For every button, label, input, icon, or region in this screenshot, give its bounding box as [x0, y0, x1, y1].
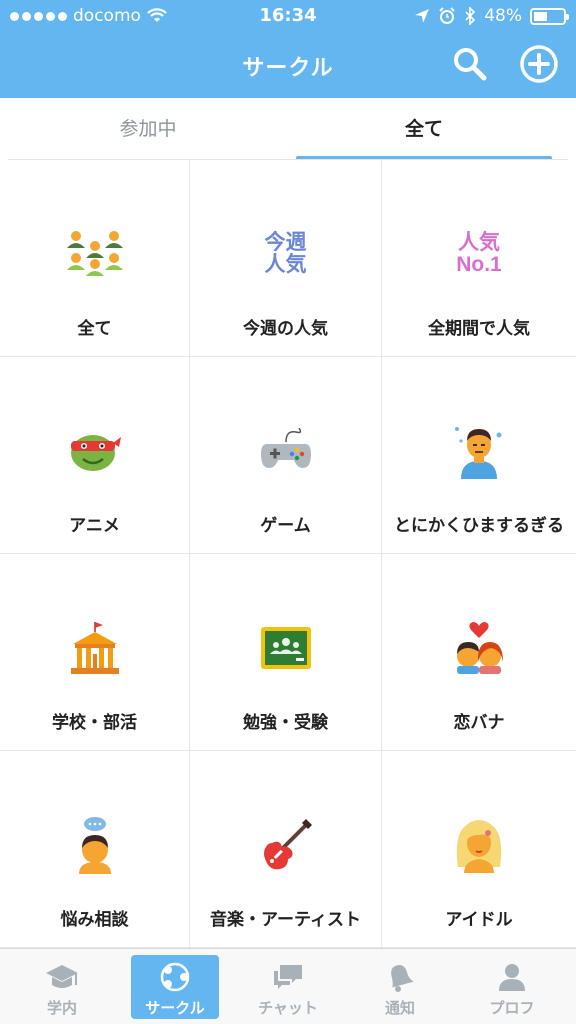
category-label: 勉強・受験 [243, 713, 328, 733]
person-icon [499, 964, 525, 991]
category-anime[interactable]: アニメ [0, 357, 190, 554]
ninja-turtle-icon [63, 419, 127, 483]
category-all-time-popular[interactable]: 人気 No.1 全期間で人気 [382, 160, 576, 357]
status-bar: docomo 16:34 48% [0, 0, 576, 34]
tabbar-label: チャット [258, 999, 318, 1017]
create-circle-button[interactable] [519, 44, 559, 84]
category-school[interactable]: 学校・部活 [0, 554, 190, 751]
tabbar-label: 学内 [46, 999, 77, 1017]
category-label: 悩み相談 [60, 910, 129, 930]
school-building-icon [63, 616, 127, 680]
bored-person-icon [447, 419, 511, 483]
alarm-clock-icon [439, 7, 455, 24]
tabbar-notifications[interactable]: 通知 [356, 955, 444, 1019]
bell-icon [391, 965, 414, 992]
category-bored[interactable]: とにかくひまするぎる [382, 357, 576, 554]
category-label: ゲーム [260, 516, 311, 536]
tabbar-label: サークル [145, 999, 205, 1017]
all-time-popular-icon: 人気 No.1 [447, 222, 511, 286]
category-label: 音楽・アーティスト [210, 910, 361, 930]
battery-percent: 48% [484, 6, 522, 26]
location-arrow-icon [415, 9, 430, 23]
tabbar-label: 通知 [384, 999, 415, 1017]
category-music[interactable]: 音楽・アーティスト [190, 751, 382, 948]
gamepad-icon [254, 419, 318, 483]
weekly-popular-icon: 今週 人気 [254, 222, 318, 286]
category-all[interactable]: 全て [0, 160, 190, 357]
battery-icon [530, 7, 569, 25]
category-label: 恋バナ [453, 713, 505, 733]
share-circle-icon [160, 962, 190, 992]
icon-text-line: 人気 [264, 253, 307, 276]
electric-guitar-icon [254, 813, 318, 877]
category-consultation[interactable]: 悩み相談 [0, 751, 190, 948]
group-people-icon [63, 222, 127, 286]
category-idol[interactable]: アイドル [382, 751, 576, 948]
couple-heart-icon [447, 616, 511, 680]
category-romance[interactable]: 恋バナ [382, 554, 576, 751]
tabbar-label: プロフ [489, 999, 535, 1017]
bottom-tab-bar: 学内 サークル チャット 通知 プロフ [0, 948, 576, 1024]
tab-joined[interactable]: 参加中 [8, 98, 288, 158]
bluetooth-icon [465, 7, 476, 25]
icon-text-line: No.1 [456, 253, 502, 276]
battery-fill [534, 11, 548, 21]
category-label: 今週の人気 [243, 319, 328, 339]
search-button[interactable] [450, 44, 490, 84]
category-label: アイドル [445, 910, 513, 930]
category-game[interactable]: ゲーム [190, 357, 382, 554]
status-right: 48% [414, 6, 569, 26]
category-weekly-popular[interactable]: 今週 人気 今週の人気 [190, 160, 382, 357]
idol-icon [447, 813, 511, 877]
app-header: docomo 16:34 48% サークル [0, 0, 576, 98]
tabbar-chat[interactable]: チャット [244, 955, 332, 1019]
category-label: 学校・部活 [52, 713, 137, 733]
tabbar-circle[interactable]: サークル [131, 955, 219, 1019]
search-icon [454, 48, 487, 81]
category-label: 全て [77, 319, 112, 339]
icon-text-line: 今週 [264, 230, 307, 254]
plus-circle-icon [520, 45, 558, 83]
category-label: とにかくひまするぎる [394, 516, 564, 536]
tabbar-profile[interactable]: プロフ [468, 955, 556, 1019]
tab-all[interactable]: 全て [296, 98, 552, 158]
icon-text-line: 人気 [457, 230, 500, 254]
category-study[interactable]: 勉強・受験 [190, 554, 382, 751]
worried-person-icon [63, 813, 127, 877]
tabbar-campus[interactable]: 学内 [18, 955, 106, 1019]
segment-tabs: 参加中 全て [0, 98, 576, 160]
category-label: 全期間で人気 [428, 319, 530, 339]
chat-bubbles-icon [274, 965, 302, 989]
category-grid: 全て 今週 人気 今週の人気 人気 No.1 全期間で人気 アニメ ゲーム とに… [0, 160, 576, 948]
category-label: アニメ [69, 516, 120, 536]
graduation-cap-icon [46, 965, 78, 988]
chalkboard-icon [254, 616, 318, 680]
